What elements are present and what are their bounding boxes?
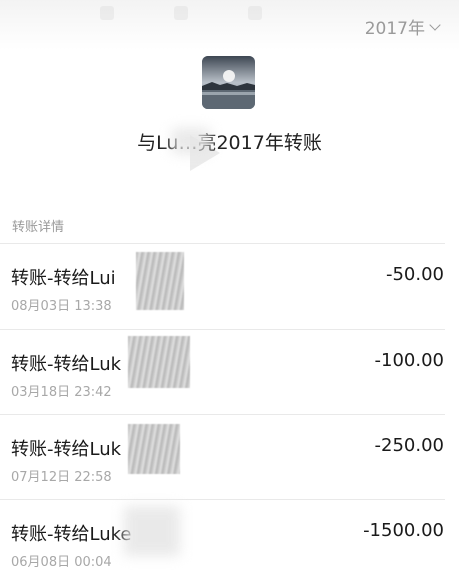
transaction-title: 转账-转给Lui xyxy=(11,268,116,289)
faded-icon xyxy=(100,6,114,20)
redaction-smudge xyxy=(172,128,210,154)
transaction-time: 08月03日 13:38 xyxy=(11,299,112,314)
transfer-history-screen: 2017年 与Lu…亮2017年转账 转账详情 转账-转给Lui 08月03日 … xyxy=(0,0,459,574)
year-label: 2017年 xyxy=(364,19,425,39)
section-label: 转账详情 xyxy=(12,220,65,235)
transaction-row[interactable]: 转账-转给Luke 06月08日 00:04 -1500.00 xyxy=(0,500,459,574)
redaction-scribble xyxy=(128,336,190,388)
year-dropdown[interactable]: 2017年 xyxy=(364,14,441,39)
transaction-title: 转账-转给Luk xyxy=(11,354,122,375)
faded-toolbar-icons xyxy=(100,6,262,20)
redaction-scribble xyxy=(128,424,180,474)
transaction-row[interactable]: 转账-转给Lui 08月03日 13:38 -50.00 xyxy=(0,244,459,328)
transaction-time: 03月18日 23:42 xyxy=(11,385,112,400)
transaction-amount: -100.00 xyxy=(374,350,444,371)
transaction-title: 转账-转给Luke xyxy=(11,524,132,545)
transaction-amount: -1500.00 xyxy=(363,520,444,541)
faded-icon xyxy=(248,6,262,20)
page-title: 与Lu…亮2017年转账 xyxy=(137,132,322,154)
transaction-row[interactable]: 转账-转给Luk 07月12日 22:58 -250.00 xyxy=(0,415,459,499)
avatar-photo-icon xyxy=(202,56,255,109)
redaction-smudge xyxy=(124,506,180,556)
transaction-amount: -250.00 xyxy=(374,435,444,456)
transaction-time: 07月12日 22:58 xyxy=(11,470,112,485)
transaction-row[interactable]: 转账-转给Luk 03月18日 23:42 -100.00 xyxy=(0,330,459,414)
transaction-amount: -50.00 xyxy=(385,264,444,285)
faded-icon xyxy=(174,6,188,20)
transaction-title: 转账-转给Luk xyxy=(11,439,122,460)
chevron-down-icon xyxy=(429,18,441,31)
transaction-time: 06月08日 00:04 xyxy=(11,555,112,570)
avatar[interactable] xyxy=(202,56,255,109)
redaction-scribble xyxy=(136,252,184,310)
